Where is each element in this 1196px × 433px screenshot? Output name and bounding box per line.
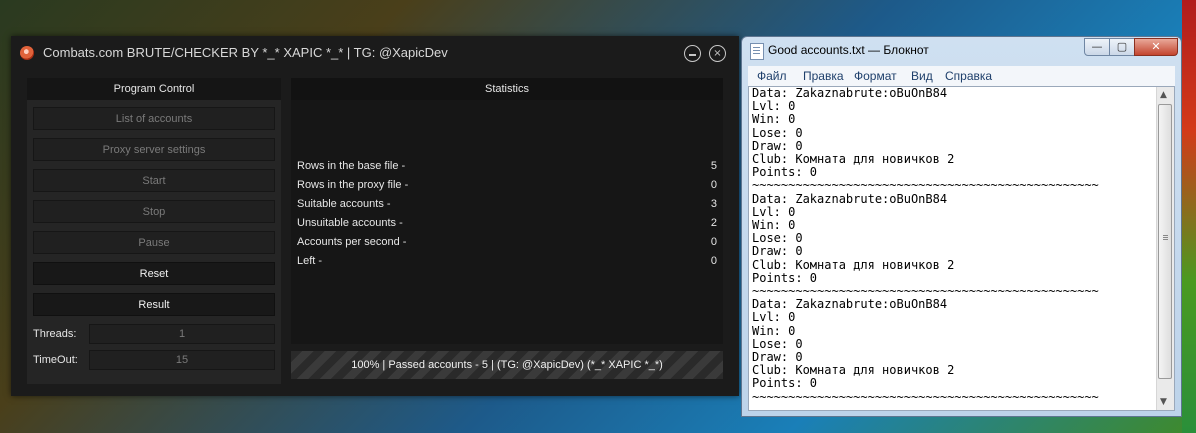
result-button[interactable]: Result (33, 293, 275, 316)
text-line: Draw: 0 (752, 244, 803, 259)
progress-text: 100% | Passed accounts - 5 | (TG: @Xapic… (351, 359, 663, 371)
notepad-text-area[interactable]: Data: Zakaznabrute:oBuOnB84 Lvl: 0 Win: 0L… (748, 86, 1175, 411)
stat-row: Suitable accounts - 3 (297, 198, 717, 216)
text-line: Win: 0 (752, 218, 796, 233)
text-line: Win: 0 (752, 112, 796, 127)
stat-row: Rows in the proxy file - 0 (297, 179, 717, 197)
text-line: ~~~~~~~~~~~~~~~~~~~~~~~~~~~~~~~~~~~~~~~~… (752, 178, 1099, 193)
list-of-accounts-button[interactable]: List of accounts (33, 107, 275, 130)
text-line: Points: 0 (752, 376, 818, 391)
text-line: Lvl: 0 (752, 310, 796, 325)
stat-row: Unsuitable accounts - 2 (297, 217, 717, 235)
text-line: Data: Zakaznabrute:oBuOnB84 (752, 297, 948, 312)
menu-format[interactable]: Формат (854, 69, 897, 83)
stat-label: Left - (297, 255, 323, 267)
pause-button[interactable]: Pause (33, 231, 275, 254)
notepad-minimize-button[interactable]: — (1084, 38, 1110, 56)
statistics-title: Statistics (291, 78, 723, 100)
menu-file[interactable]: Файл (757, 69, 787, 83)
notepad-window: Good accounts.txt — Блокнот — ▢ ✕ Файл П… (741, 36, 1182, 417)
text-line: ~~~~~~~~~~~~~~~~~~~~~~~~~~~~~~~~~~~~~~~~… (752, 389, 1099, 404)
window-title: Combats.com BRUTE/CHECKER BY *_* XAPIC *… (43, 45, 448, 60)
stat-value: 5 (710, 160, 717, 172)
program-control-panel: Program Control List of accounts Proxy s… (27, 78, 281, 384)
timeout-input[interactable]: 15 (89, 350, 275, 370)
menu-edit[interactable]: Правка (803, 69, 844, 83)
stat-row: Left - 0 (297, 255, 717, 273)
stat-label: Suitable accounts - (297, 198, 391, 210)
notepad-close-button[interactable]: ✕ (1134, 38, 1178, 56)
stat-row: Rows in the base file - 5 (297, 160, 717, 178)
close-button[interactable]: × (709, 45, 726, 62)
vertical-scrollbar[interactable]: ▲ ▼ (1156, 87, 1174, 410)
start-button[interactable]: Start (33, 169, 275, 192)
text-line: Lvl: 0 (752, 204, 796, 219)
stat-value: 3 (710, 198, 717, 210)
stat-value: 2 (710, 217, 717, 229)
stat-value: 0 (710, 255, 717, 267)
text-line: Club: Комната для новичков 2 (752, 257, 955, 272)
menu-view[interactable]: Вид (911, 69, 933, 83)
stop-button[interactable]: Stop (33, 200, 275, 223)
app-logo-icon (20, 46, 34, 60)
statistics-panel: Statistics Rows in the base file - 5 Row… (291, 78, 723, 344)
stat-value: 0 (710, 179, 717, 191)
text-line: Win: 0 (752, 323, 796, 338)
notepad-icon (750, 43, 764, 60)
minimize-button[interactable] (684, 45, 701, 62)
menu-help[interactable]: Справка (945, 69, 992, 83)
text-line: Data: Zakaznabrute:oBuOnB84 (752, 86, 948, 100)
title-bar[interactable]: Combats.com BRUTE/CHECKER BY *_* XAPIC *… (11, 36, 739, 70)
stat-value: 0 (710, 236, 717, 248)
timeout-label: TimeOut: (33, 354, 78, 366)
program-control-title: Program Control (27, 78, 281, 100)
text-line: Lose: 0 (752, 125, 803, 140)
notepad-title: Good accounts.txt — Блокнот (768, 43, 929, 57)
reset-button[interactable]: Reset (33, 262, 275, 285)
notepad-content: Data: Zakaznabrute:oBuOnB84 Lvl: 0 Win: 0L… (752, 87, 1157, 404)
text-line: Lvl: 0 (752, 99, 796, 114)
text-line: Data: Zakaznabrute:oBuOnB84 (752, 191, 948, 206)
scroll-up-icon[interactable]: ▲ (1160, 90, 1167, 100)
scroll-thumb[interactable] (1158, 104, 1172, 379)
progress-bar: 100% | Passed accounts - 5 | (TG: @Xapic… (291, 351, 723, 379)
notepad-menu-bar: Файл Правка Формат Вид Справка (748, 66, 1175, 86)
stat-label: Rows in the base file - (297, 160, 406, 172)
stat-row: Accounts per second - 0 (297, 236, 717, 254)
scroll-down-icon[interactable]: ▼ (1160, 397, 1167, 407)
threads-input[interactable]: 1 (89, 324, 275, 344)
proxy-settings-button[interactable]: Proxy server settings (33, 138, 275, 161)
stat-label: Unsuitable accounts - (297, 217, 403, 229)
notepad-maximize-button[interactable]: ▢ (1109, 38, 1135, 56)
threads-label: Threads: (33, 328, 77, 340)
text-line: Lose: 0 (752, 231, 803, 246)
checker-window: Combats.com BRUTE/CHECKER BY *_* XAPIC *… (11, 36, 739, 396)
stat-label: Rows in the proxy file - (297, 179, 409, 191)
stat-label: Accounts per second - (297, 236, 407, 248)
text-line: Lose: 0 (752, 336, 803, 351)
desktop-background (1182, 0, 1196, 433)
